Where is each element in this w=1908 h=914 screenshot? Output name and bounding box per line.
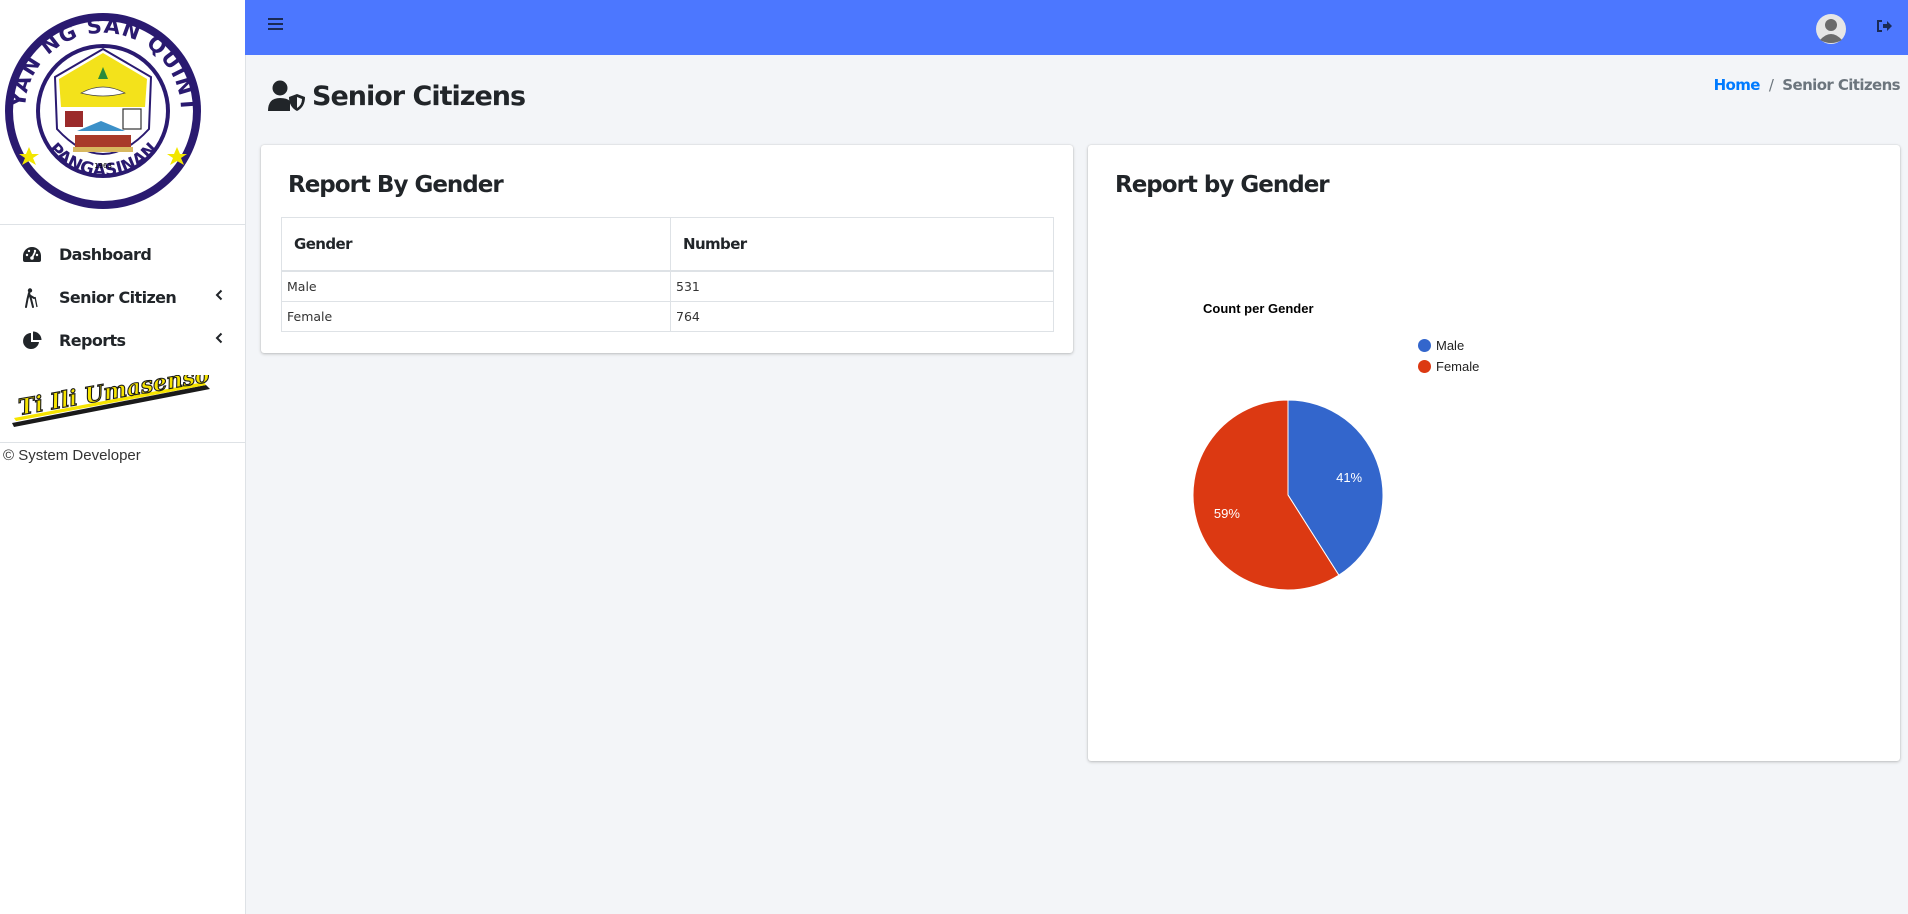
gender-cell: Male (281, 270, 671, 302)
legend-swatch (1418, 339, 1431, 352)
pie-chart-icon (21, 330, 43, 352)
top-navbar (245, 0, 1908, 55)
seal-year: 1963 (94, 162, 112, 170)
sign-out-icon[interactable] (1876, 19, 1892, 33)
slogan-text: Ti Ili Umasenso (17, 375, 212, 421)
sidebar-item-reports[interactable]: Reports (0, 319, 245, 362)
breadcrumb: Home / Senior Citizens (1714, 76, 1901, 94)
gender-cell: Female (281, 301, 671, 332)
user-shield-icon (268, 80, 305, 111)
breadcrumb-current: Senior Citizens (1782, 76, 1900, 94)
report-chart-card: Report by Gender Count per Gender Male F… (1088, 145, 1900, 761)
column-header-number: Number (670, 217, 1054, 272)
gender-pie-chart: 41% 59% (1192, 399, 1384, 591)
page-header: Senior Citizens (268, 80, 526, 112)
pie-slice-label: 59% (1214, 506, 1240, 521)
user-avatar-icon[interactable] (1816, 14, 1846, 44)
tachometer-icon (21, 244, 43, 266)
sidebar-item-label: Senior Citizen (59, 288, 177, 307)
sidebar-item-label: Dashboard (59, 245, 152, 264)
developer-credit: © System Developer (3, 447, 141, 464)
sidebar-item-senior-citizen[interactable]: Senior Citizen (0, 276, 245, 319)
sidebar-item-label: Reports (59, 331, 126, 350)
chevron-left-icon (215, 289, 223, 301)
municipal-seal-logo[interactable]: BAYAN NG SAN QUINTIN PANGASINAN 1963 (3, 11, 203, 211)
number-cell: 764 (670, 301, 1054, 332)
breadcrumb-separator: / (1768, 76, 1774, 94)
sidebar-item-dashboard[interactable]: Dashboard (0, 233, 245, 276)
walking-cane-icon (21, 287, 43, 309)
sidebar: BAYAN NG SAN QUINTIN PANGASINAN 1963 (0, 0, 246, 914)
table-row: Male 531 (281, 270, 1054, 302)
pie-slice-label: 41% (1336, 470, 1362, 485)
table-header-row: Gender Number (281, 217, 1054, 272)
legend-label: Female (1436, 359, 1480, 374)
legend-item-female[interactable]: Female (1418, 356, 1479, 377)
table-row: Female 764 (281, 301, 1054, 332)
column-header-gender: Gender (281, 217, 671, 272)
breadcrumb-home-link[interactable]: Home (1714, 76, 1761, 94)
chevron-left-icon (215, 332, 223, 344)
page-title: Senior Citizens (312, 80, 526, 112)
legend-item-male[interactable]: Male (1418, 335, 1479, 356)
hamburger-icon[interactable] (268, 17, 283, 31)
sidebar-nav: Dashboard Senior Citizen Reports (0, 225, 245, 362)
card-title: Report By Gender (288, 172, 504, 198)
sidebar-footer-divider (0, 442, 245, 443)
legend-swatch (1418, 360, 1431, 373)
brand-logo-area: BAYAN NG SAN QUINTIN PANGASINAN 1963 (0, 0, 245, 225)
chart-title: Count per Gender (1203, 301, 1314, 316)
number-cell: 531 (670, 270, 1054, 302)
chart-legend: Male Female (1418, 335, 1479, 377)
gender-table: Gender Number Male 531 Female 764 (281, 217, 1054, 332)
card-title: Report by Gender (1115, 172, 1330, 198)
report-table-card: Report By Gender Gender Number Male 531 … (261, 145, 1073, 353)
legend-label: Male (1436, 338, 1465, 353)
slogan-logo: Ti Ili Umasenso (12, 375, 212, 427)
